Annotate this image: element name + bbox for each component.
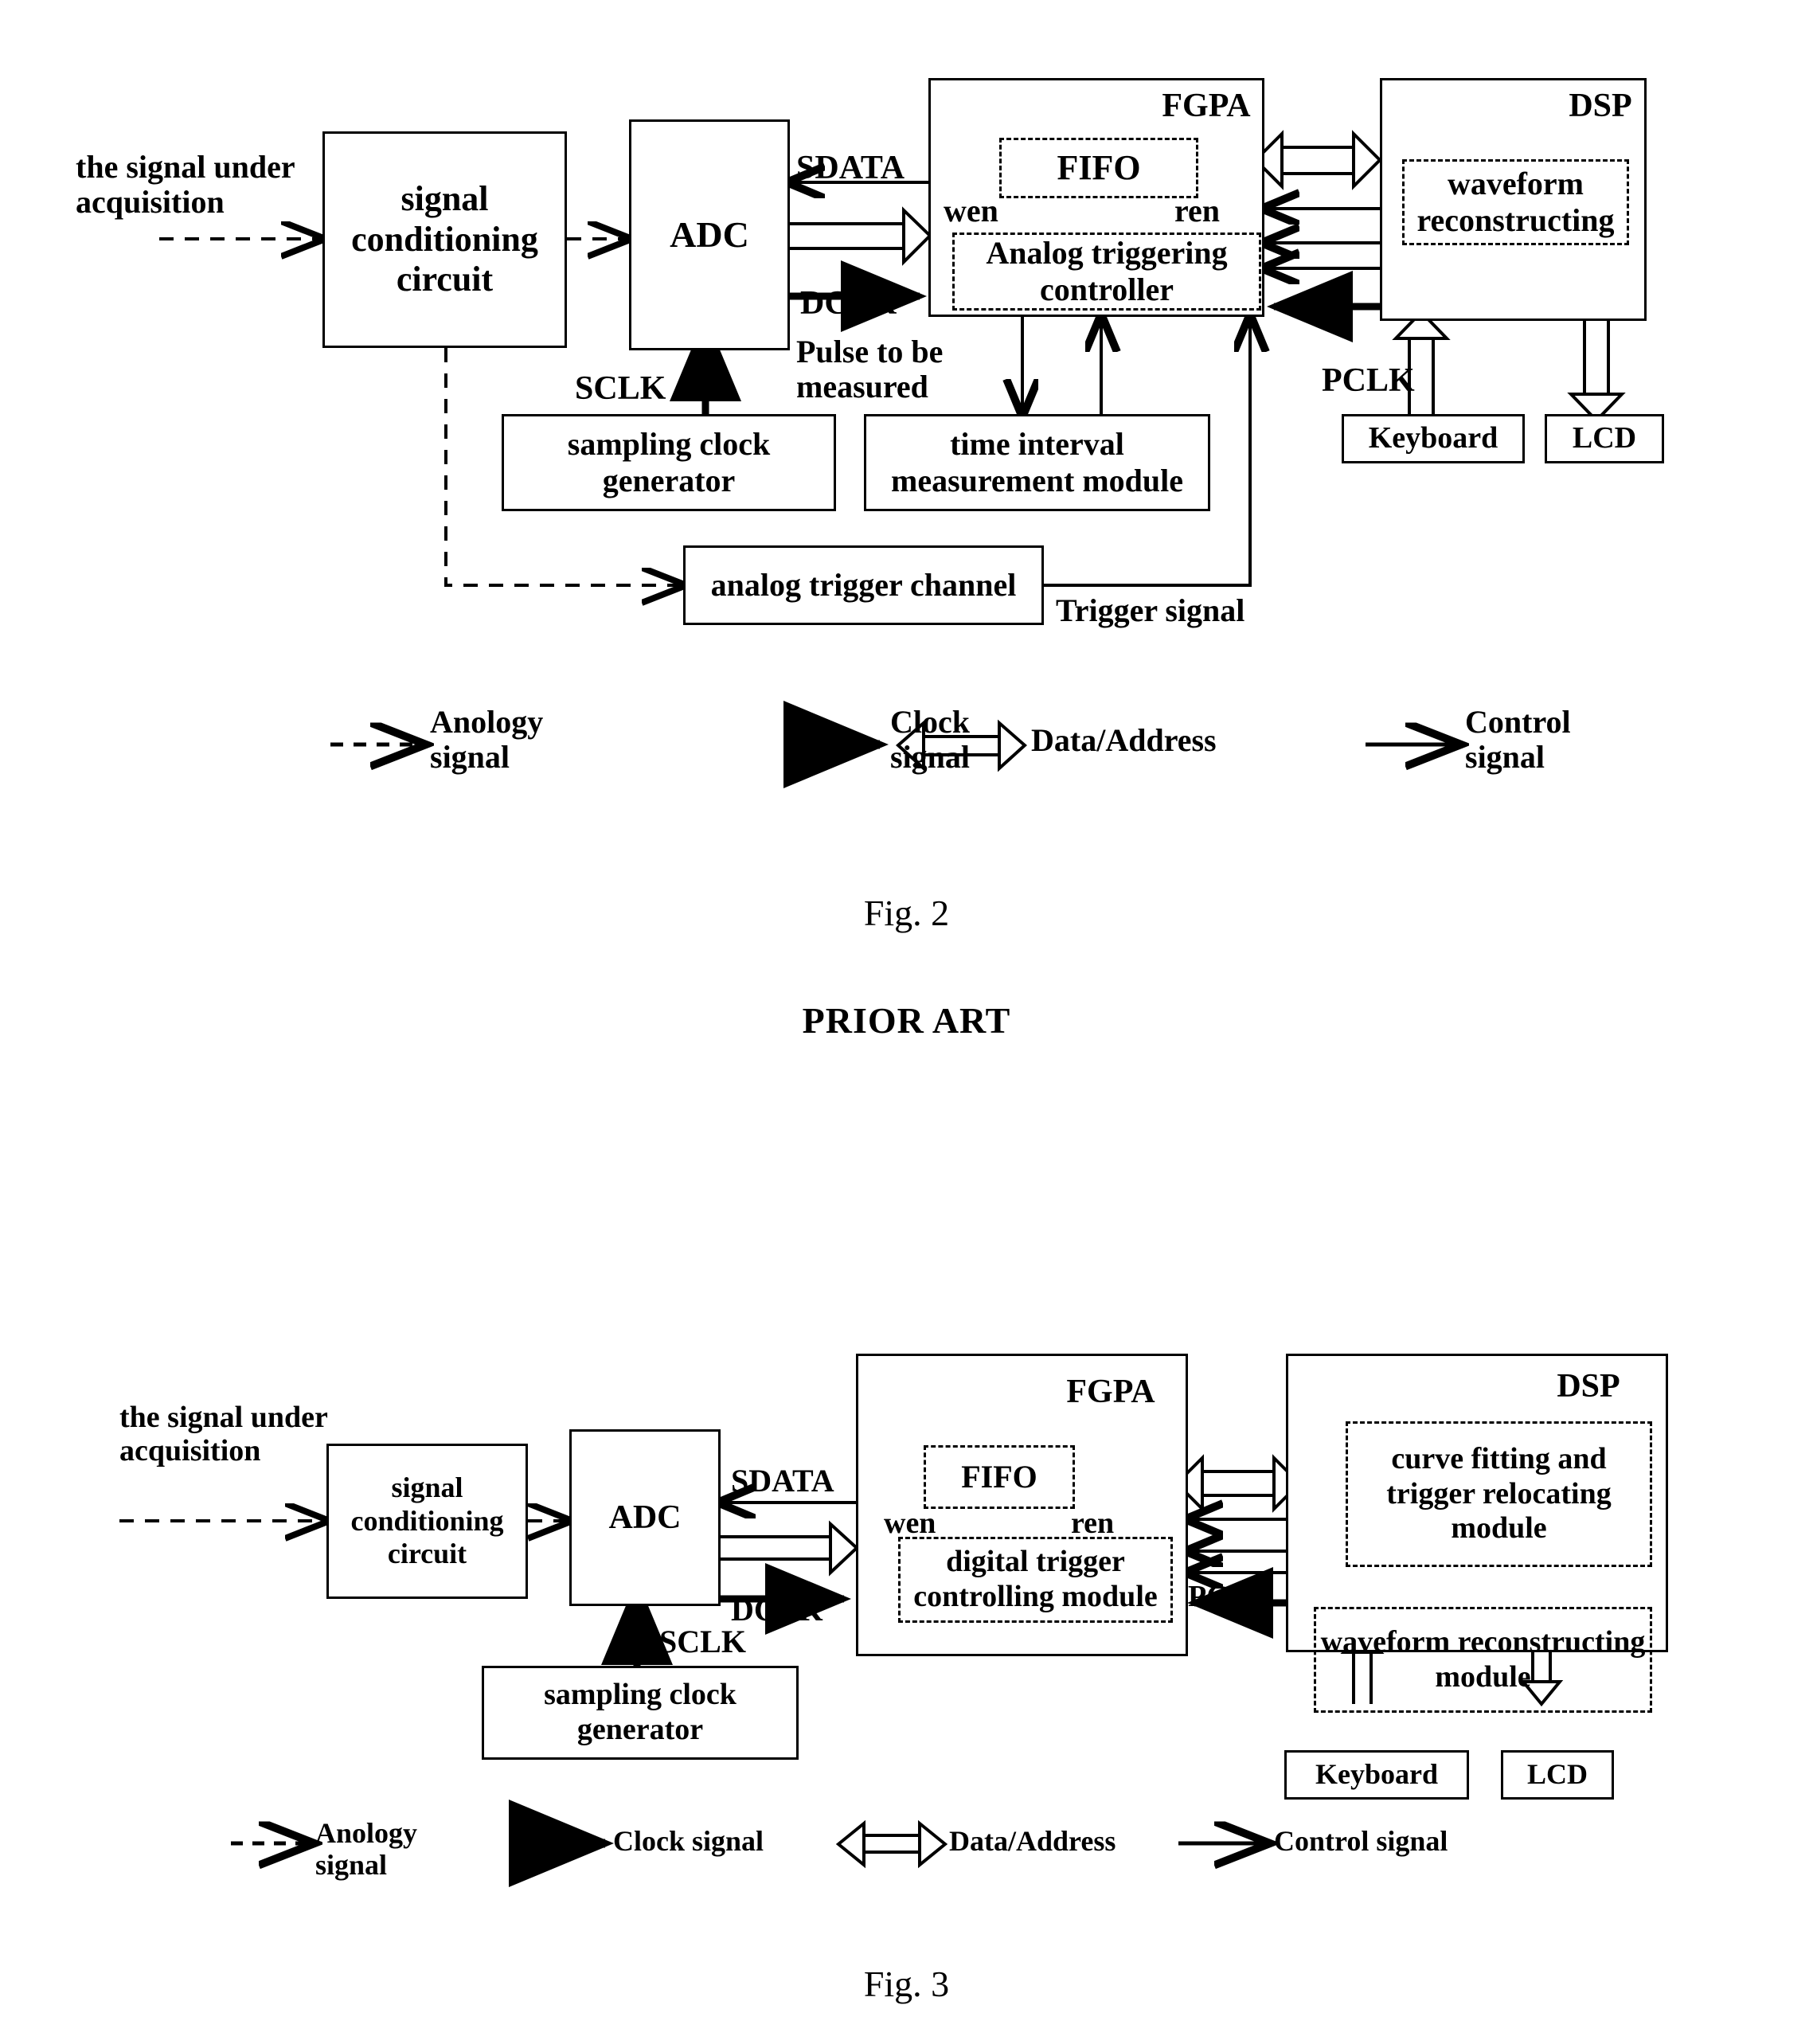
block-lcd: LCD [1501, 1750, 1614, 1800]
block-signal-conditioning-circuit: signal conditioning circuit [326, 1444, 528, 1599]
block-sampling-clock-generator: sampling clock generator [482, 1666, 799, 1760]
legend-item-data-address-label: Data/Address [949, 1825, 1116, 1857]
block-label: digital trigger controlling module [913, 1545, 1158, 1613]
block-label: sampling clock generator [544, 1678, 737, 1746]
block-fifo: FIFO [924, 1445, 1075, 1509]
label-pclk: PCLK [1188, 1580, 1272, 1613]
label-signal-under-acquisition: the signal under acquisition [119, 1401, 328, 1468]
block-label: ADC [608, 1499, 682, 1536]
label-ren: ren [1071, 1507, 1115, 1540]
legend-item-control-signal-label: Control signal [1274, 1825, 1448, 1857]
figure-3-caption: Fig. 3 [863, 1964, 950, 2004]
block-dsp-label: DSP [1557, 1368, 1620, 1405]
label-dclk: DCLK [731, 1592, 823, 1628]
legend-item-analog-signal-label: Anology signal [315, 1817, 418, 1881]
block-label: LCD [1526, 1758, 1588, 1791]
block-label: curve fitting and trigger relocating mod… [1386, 1441, 1612, 1546]
legend-item-clock-signal-label: Clock signal [613, 1825, 764, 1857]
label-sdata: SDATA [731, 1463, 834, 1499]
block-adc: ADC [569, 1429, 721, 1606]
label-wen: wen [884, 1507, 936, 1540]
block-curve-fitting-and-trigger-relocating-module: curve fitting and trigger relocating mod… [1346, 1421, 1652, 1567]
block-keyboard: Keyboard [1284, 1750, 1469, 1800]
figure-3-connectors [119, 1453, 1564, 1887]
block-label: FIFO [961, 1459, 1037, 1495]
figure-3: signal conditioning circuit ADC FGPA FIF… [0, 0, 1813, 2044]
label-sclk: SCLK [659, 1624, 746, 1659]
adc-to-fpga-data-arrow [829, 1520, 859, 1577]
block-digital-trigger-controlling-module: digital trigger controlling module [898, 1537, 1173, 1623]
block-label: waveform reconstructing module [1320, 1624, 1646, 1694]
block-waveform-reconstructing-module: waveform reconstructing module [1314, 1607, 1652, 1713]
block-fpga-label: FGPA [1066, 1374, 1155, 1410]
block-label: Keyboard [1315, 1758, 1438, 1791]
block-label: signal conditioning circuit [350, 1471, 504, 1570]
